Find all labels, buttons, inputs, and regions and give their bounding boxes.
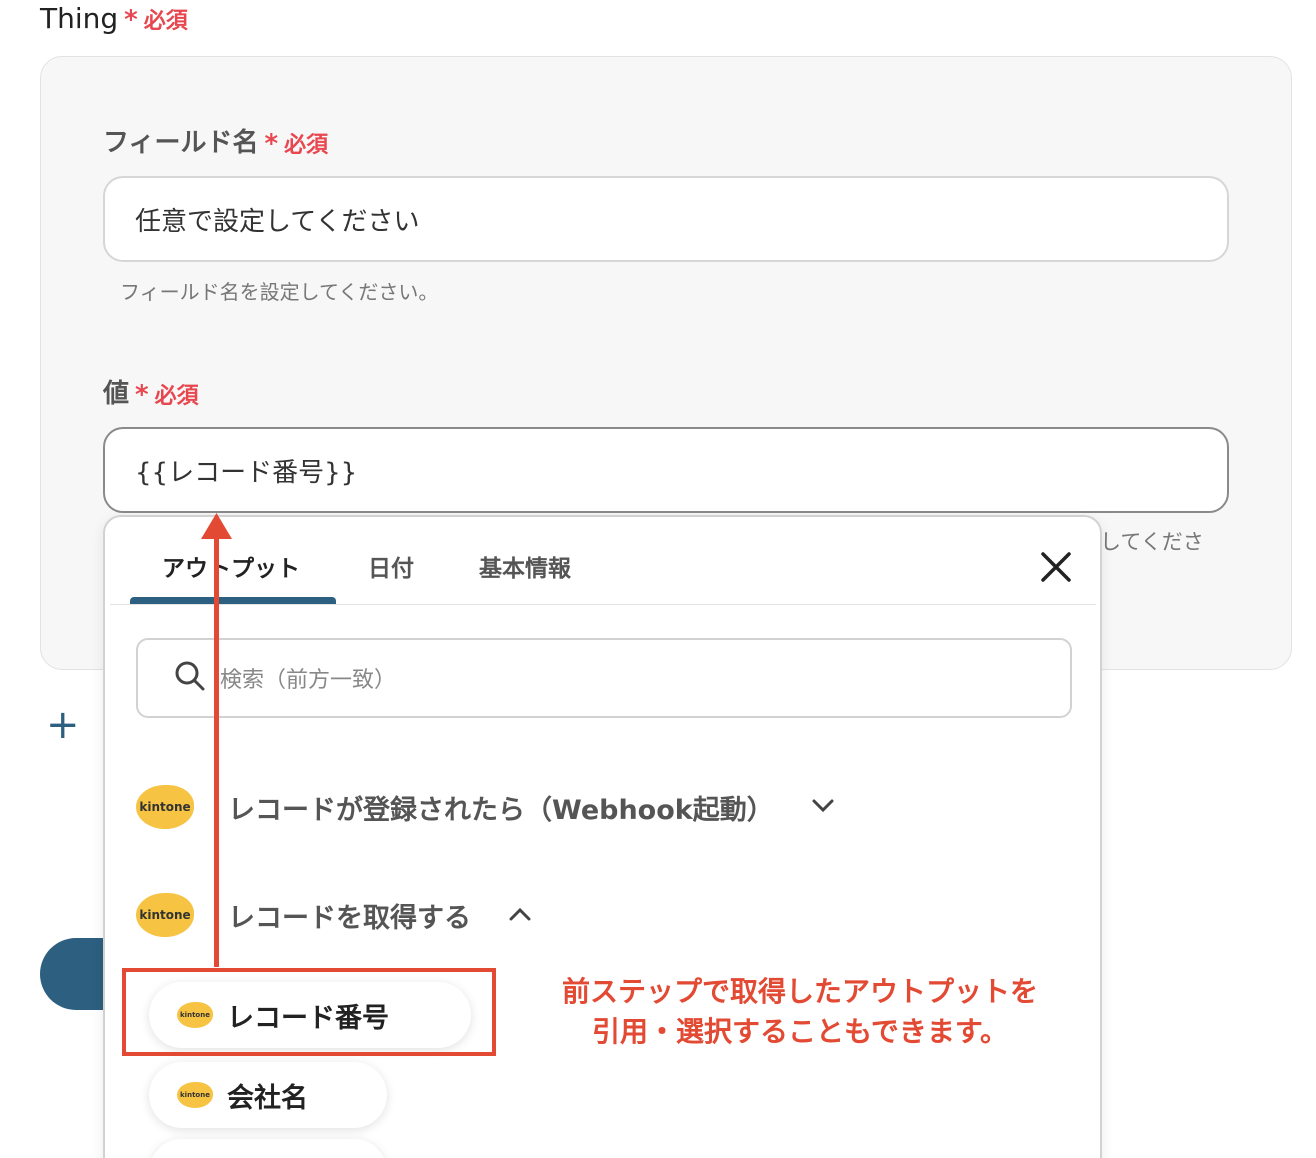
annotation-text: 前ステップで取得したアウトプットを 引用・選択することもできます。 [520, 972, 1080, 1052]
kintone-logo-icon: kintone [177, 1082, 213, 1108]
group-title: レコードを取得する [228, 902, 471, 934]
field-name-label: フィールド名 * 必須 [103, 122, 328, 159]
annotation-highlight-box [122, 968, 496, 1056]
field-name-label-text: フィールド名 [103, 128, 259, 158]
thing-label-text: Thing [40, 2, 119, 35]
tab-date[interactable]: 日付 [368, 549, 414, 583]
value-input[interactable]: {{レコード番号}} [103, 427, 1229, 513]
required-star: * [264, 129, 279, 159]
thing-label: Thing * 必須 [40, 2, 188, 35]
value-helper-partial: してくださ [1100, 530, 1204, 554]
kintone-logo-icon: kintone [136, 893, 194, 937]
value-label: 値 * 必須 [103, 373, 199, 410]
output-item-company-name[interactable]: kintone 会社名 [149, 1062, 387, 1128]
kintone-logo-icon: kintone [136, 785, 194, 829]
search-icon [174, 660, 206, 696]
required-text: 必須 [143, 9, 188, 34]
tab-divider [110, 604, 1096, 605]
output-picker-popup: アウトプット 日付 基本情報 検索（前方一致） kintone レコードが登録さ… [103, 515, 1102, 1158]
group-webhook-trigger[interactable]: kintone レコードが登録されたら（Webhook起動） [136, 785, 834, 829]
search-placeholder: 検索（前方一致） [220, 668, 397, 693]
field-name-value: 任意で設定してください [135, 206, 420, 237]
chevron-up-icon [509, 906, 531, 925]
group-title: レコードが登録されたら（Webhook起動） [228, 794, 774, 826]
required-text: 必須 [154, 384, 199, 409]
required-text: 必須 [284, 133, 329, 158]
annotation-line-1: 前ステップで取得したアウトプットを [561, 975, 1038, 1008]
close-icon[interactable] [1039, 550, 1073, 584]
field-name-input[interactable]: 任意で設定してください [103, 176, 1229, 262]
required-star: * [124, 5, 138, 35]
search-input[interactable]: 検索（前方一致） [136, 638, 1072, 718]
add-icon[interactable]: + [46, 702, 80, 748]
output-item-label: 会社名 [227, 1082, 308, 1114]
group-get-record[interactable]: kintone レコードを取得する [136, 893, 531, 937]
annotation-arrow [214, 535, 219, 967]
tab-basic-info[interactable]: 基本情報 [479, 549, 571, 583]
annotation-line-2: 引用・選択することもできます。 [591, 1015, 1009, 1048]
value-input-value: {{レコード番号}} [135, 457, 358, 488]
output-item-partial[interactable] [149, 1139, 387, 1158]
active-tab-indicator [130, 597, 336, 604]
chevron-down-icon [812, 798, 834, 817]
required-star: * [135, 380, 149, 410]
annotation-arrow-head [201, 513, 232, 543]
field-name-helper: フィールド名を設定してください。 [120, 280, 439, 304]
value-label-text: 値 [103, 379, 130, 409]
tab-output[interactable]: アウトプット [162, 549, 300, 583]
